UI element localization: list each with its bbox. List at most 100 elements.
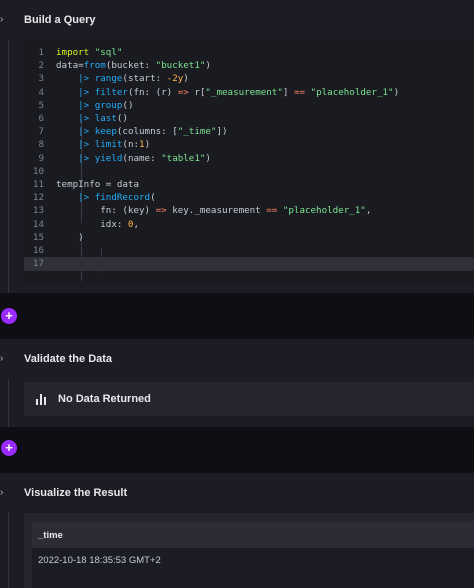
- empty-state: No Data Returned: [24, 382, 474, 416]
- code-token: (columns: [: [116, 126, 178, 138]
- code-token: (fn: (r): [127, 86, 178, 98]
- line-number: 12: [32, 192, 44, 204]
- line-number: 13: [32, 205, 44, 217]
- code-token: ,: [365, 205, 372, 217]
- code-text: data=from(bucket: "bucket1"): [56, 59, 211, 72]
- query-panel: › Build a Query 1 import "sql" 2 data=from(…: [0, 0, 474, 293]
- table-cell: 2022-10-18 18:35:53 GMT+2: [38, 554, 161, 566]
- code-line[interactable]: 16: [24, 244, 474, 257]
- panel-title: Validate the Data: [24, 353, 113, 365]
- chevron-right-icon[interactable]: ›: [0, 486, 10, 500]
- code-text: fn: (key) => key._measurement == "placeh…: [56, 204, 371, 217]
- panel-rail: [8, 379, 9, 427]
- code-line[interactable]: 1 import "sql": [24, 46, 474, 59]
- code-text: |> findRecord(: [56, 191, 156, 204]
- code-token: "_time": [177, 126, 217, 138]
- code-token: "bucket1": [155, 60, 206, 72]
- result-table-container: _time 2022-10-18 18:35:53 GMT+2: [24, 513, 474, 588]
- code-line[interactable]: 7 |> keep(columns: ["_time"]): [24, 125, 474, 138]
- code-text: |> filter(fn: (r) => r["_measurement"] =…: [56, 86, 399, 99]
- code-token: ]: [282, 86, 294, 98]
- code-text: |> keep(columns: ["_time"]): [56, 125, 228, 138]
- code-token: |>: [56, 99, 95, 111]
- code-token: ): [144, 139, 151, 151]
- code-line[interactable]: 14 idx: 0,: [24, 218, 474, 231]
- add-step-button[interactable]: +: [1, 308, 17, 324]
- code-token: findRecord: [94, 192, 151, 204]
- code-token: ): [205, 152, 211, 164]
- chevron-right-icon[interactable]: ›: [0, 352, 10, 366]
- code-token: keep: [94, 126, 117, 138]
- code-token: "_measurement": [205, 86, 283, 98]
- visualize-panel: › Visualize the Result _time 2022-10-18 …: [0, 473, 474, 588]
- code-token: (): [116, 113, 128, 124]
- line-number: 5: [38, 99, 44, 111]
- code-line[interactable]: 5 |> group(): [24, 99, 474, 112]
- code-token: r[: [188, 86, 206, 98]
- code-token: yield: [94, 152, 123, 164]
- code-token: ==: [293, 86, 306, 98]
- line-number: 6: [38, 113, 44, 124]
- code-token: "table1": [161, 152, 206, 164]
- code-line[interactable]: 17: [24, 257, 474, 272]
- code-token: ): [393, 86, 400, 98]
- code-line[interactable]: 4 |> filter(fn: (r) => r["_measurement"]…: [24, 86, 474, 99]
- code-text: |> last(): [56, 112, 128, 125]
- line-number: 9: [38, 152, 44, 164]
- line-number: 4: [38, 86, 44, 98]
- code-token: (): [122, 99, 134, 111]
- line-number: 17: [32, 258, 44, 270]
- code-token: last: [94, 113, 117, 124]
- code-token: |>: [56, 139, 95, 151]
- bar-chart-icon: [36, 393, 46, 405]
- code-token: (bucket:: [105, 60, 156, 72]
- code-token: (n:: [122, 139, 140, 151]
- code-token: ,: [133, 218, 140, 230]
- code-token: (start:: [122, 73, 167, 85]
- code-line[interactable]: 9 |> yield(name: "table1"): [24, 152, 474, 165]
- code-token: ): [56, 231, 84, 243]
- code-token: filter: [94, 86, 128, 98]
- code-token: |>: [56, 73, 95, 85]
- code-line[interactable]: 11 tempInfo = data: [24, 178, 474, 191]
- chevron-right-icon[interactable]: ›: [0, 13, 10, 27]
- code-token: ==: [266, 205, 278, 217]
- line-number: 8: [38, 139, 44, 151]
- code-token: |>: [56, 86, 95, 98]
- code-token: data=: [56, 60, 84, 72]
- panel-title: Visualize the Result: [24, 487, 128, 499]
- code-line[interactable]: 3 |> range(start: -2y): [24, 72, 474, 85]
- code-token: =>: [177, 86, 189, 98]
- code-line[interactable]: 8 |> limit(n:1): [24, 138, 474, 151]
- code-token: |>: [56, 113, 95, 124]
- code-token: ): [205, 60, 211, 72]
- code-line[interactable]: 15 ): [24, 231, 474, 244]
- code-line[interactable]: 2 data=from(bucket: "bucket1"): [24, 59, 474, 72]
- code-editor[interactable]: 1 import "sql" 2 data=from(bucket: "bucket1…: [24, 40, 474, 283]
- code-line[interactable]: 10: [24, 165, 474, 178]
- code-text: |> group(): [56, 99, 133, 112]
- line-number: 10: [32, 165, 44, 177]
- add-step-button[interactable]: +: [1, 440, 17, 456]
- code-line[interactable]: 13 fn: (key) => key._measurement == "pla…: [24, 204, 474, 217]
- code-token: key._measurement: [166, 205, 267, 217]
- code-token: range: [94, 73, 123, 85]
- code-token: (: [150, 192, 156, 204]
- table-header-time[interactable]: _time: [32, 522, 474, 548]
- line-number: 11: [32, 179, 44, 190]
- code-token: |>: [56, 126, 95, 138]
- code-line[interactable]: 6 |> last(): [24, 112, 474, 125]
- line-number: 14: [32, 218, 44, 230]
- code-token: limit: [94, 139, 123, 151]
- code-token: (name:: [122, 152, 162, 164]
- code-token: |>: [56, 192, 95, 204]
- code-token: ]): [216, 126, 228, 138]
- result-table: _time 2022-10-18 18:35:53 GMT+2: [32, 522, 474, 588]
- line-number: 2: [38, 60, 44, 72]
- line-number: 16: [32, 245, 44, 256]
- code-token: tempInfo = data: [56, 179, 139, 190]
- panel-title: Build a Query: [24, 14, 96, 26]
- code-token: -2y: [166, 73, 184, 85]
- code-line[interactable]: 12 |> findRecord(: [24, 191, 474, 204]
- code-token: import: [56, 47, 95, 58]
